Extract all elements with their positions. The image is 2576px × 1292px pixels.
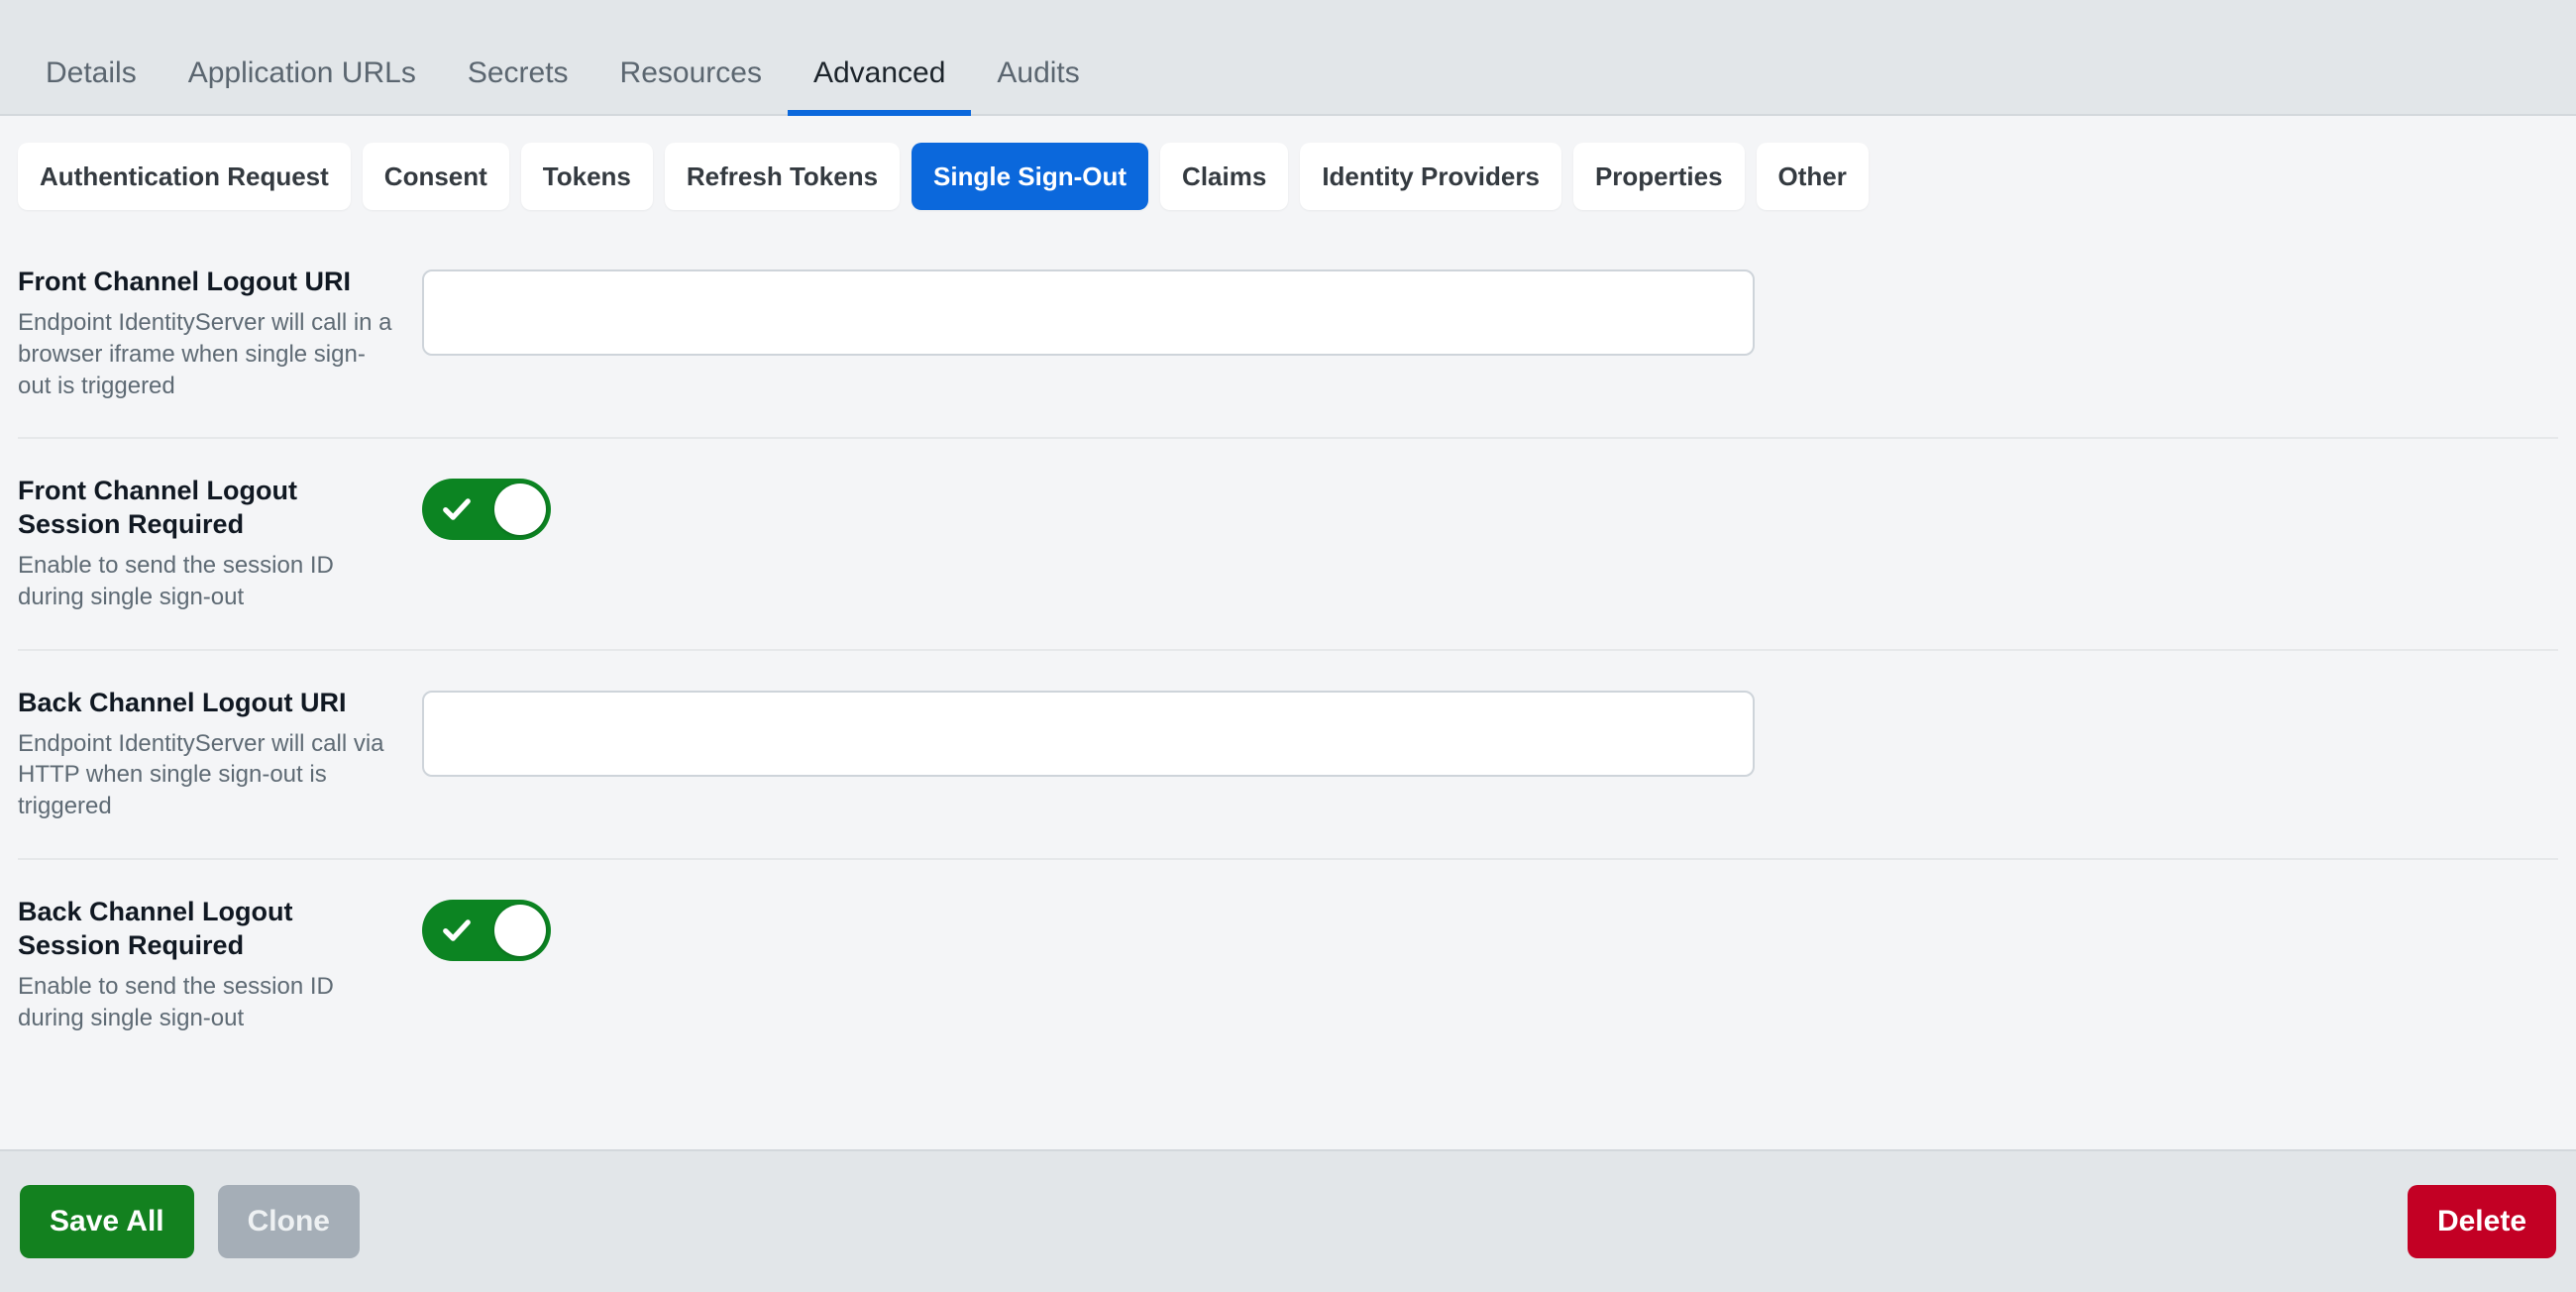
main-tab-bar: Details Application URLs Secrets Resourc…: [0, 0, 2576, 116]
back-channel-logout-session-required-toggle[interactable]: [422, 900, 551, 962]
tab-resources[interactable]: Resources: [594, 58, 788, 114]
field-control: [422, 266, 2558, 356]
sub-tab-bar: Authentication Request Consent Tokens Re…: [0, 116, 2576, 230]
field-title: Front Channel Logout Session Required: [18, 476, 297, 540]
clone-button[interactable]: Clone: [217, 1185, 360, 1258]
tab-advanced[interactable]: Advanced: [787, 58, 972, 116]
front-channel-logout-session-required-toggle[interactable]: [422, 479, 551, 541]
field-description: Endpoint IdentityServer will call via HT…: [18, 729, 384, 820]
footer-left-actions: Save All Clone: [20, 1185, 360, 1258]
subtab-properties[interactable]: Properties: [1572, 143, 1745, 210]
advanced-settings-page: Details Application URLs Secrets Resourc…: [0, 0, 2576, 1292]
front-channel-logout-uri-input[interactable]: [422, 269, 1755, 356]
check-icon: [443, 919, 471, 941]
subtab-authentication-request[interactable]: Authentication Request: [18, 143, 351, 210]
field-description: Enable to send the session ID during sin…: [18, 551, 334, 610]
field-label-group: Front Channel Logout Session Required En…: [18, 475, 422, 612]
back-channel-logout-uri-input[interactable]: [422, 690, 1755, 777]
toggle-knob: [494, 905, 546, 957]
subtab-single-sign-out[interactable]: Single Sign-Out: [912, 143, 1149, 210]
subtab-consent[interactable]: Consent: [362, 143, 509, 210]
subtab-refresh-tokens[interactable]: Refresh Tokens: [664, 143, 901, 210]
toggle-knob: [494, 484, 546, 536]
field-description: Endpoint IdentityServer will call in a b…: [18, 308, 392, 399]
tab-details[interactable]: Details: [20, 58, 162, 114]
action-footer: Save All Clone Delete: [0, 1149, 2576, 1292]
field-label-group: Front Channel Logout URI Endpoint Identi…: [18, 266, 422, 401]
form-row-front-channel-logout-uri: Front Channel Logout URI Endpoint Identi…: [18, 230, 2558, 440]
tab-secrets[interactable]: Secrets: [442, 58, 594, 114]
field-title: Back Channel Logout Session Required: [18, 897, 293, 960]
subtab-other[interactable]: Other: [1756, 143, 1869, 210]
subtab-claims[interactable]: Claims: [1160, 143, 1289, 210]
field-title: Back Channel Logout URI: [18, 687, 347, 717]
subtab-tokens[interactable]: Tokens: [520, 143, 653, 210]
field-control: [422, 896, 2558, 962]
form-row-back-channel-logout-session-required: Back Channel Logout Session Required Ena…: [18, 860, 2558, 1069]
save-all-button[interactable]: Save All: [20, 1185, 194, 1258]
field-label-group: Back Channel Logout Session Required Ena…: [18, 896, 422, 1033]
tab-audits[interactable]: Audits: [971, 58, 1105, 114]
field-label-group: Back Channel Logout URI Endpoint Identit…: [18, 687, 422, 822]
field-control: [422, 687, 2558, 777]
delete-button[interactable]: Delete: [2407, 1185, 2556, 1258]
field-control: [422, 475, 2558, 541]
field-description: Enable to send the session ID during sin…: [18, 972, 334, 1031]
tab-application-urls[interactable]: Application URLs: [162, 58, 442, 114]
subtab-identity-providers[interactable]: Identity Providers: [1300, 143, 1561, 210]
single-sign-out-form: Front Channel Logout URI Endpoint Identi…: [0, 230, 2576, 1149]
content-area: Authentication Request Consent Tokens Re…: [0, 116, 2576, 1149]
check-icon: [443, 498, 471, 521]
form-row-back-channel-logout-uri: Back Channel Logout URI Endpoint Identit…: [18, 651, 2558, 861]
form-row-front-channel-logout-session-required: Front Channel Logout Session Required En…: [18, 439, 2558, 651]
field-title: Front Channel Logout URI: [18, 267, 351, 296]
